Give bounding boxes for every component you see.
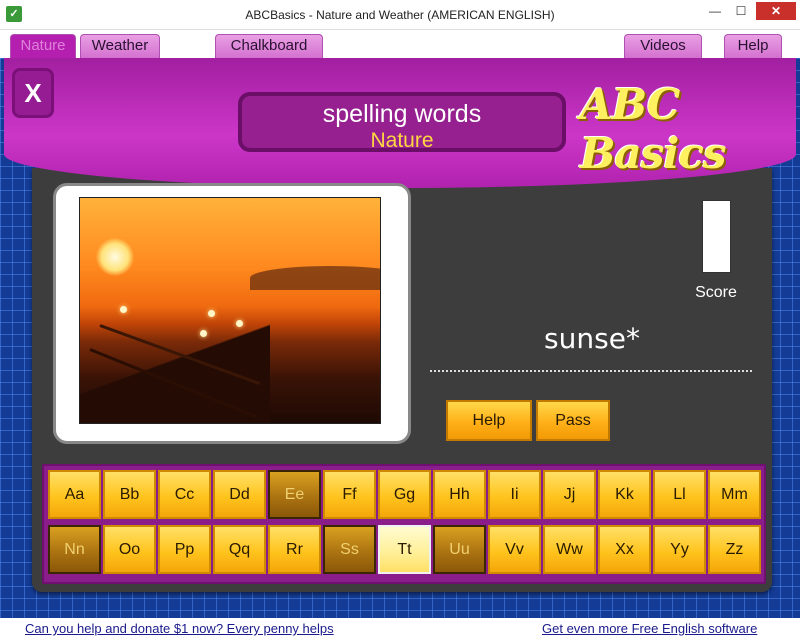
letter-keyboard: Aa Bb Cc Dd Ee Ff Gg Hh Ii Jj Kk Ll Mm Nn Oo Pp Qq Rr Ss Tt… xyxy=(42,464,766,584)
letter-key-m[interactable]: Mm xyxy=(708,470,761,519)
score-meter xyxy=(702,200,731,273)
sun-shape xyxy=(96,238,134,276)
lamp-light xyxy=(208,310,215,317)
letter-key-x[interactable]: Xx xyxy=(598,525,651,574)
letter-key-a[interactable]: Aa xyxy=(48,470,101,519)
letter-key-n[interactable]: Nn xyxy=(48,525,101,574)
letter-key-r[interactable]: Rr xyxy=(268,525,321,574)
lamp-light xyxy=(236,320,243,327)
window-title: ABCBasics - Nature and Weather (AMERICAN… xyxy=(245,8,555,22)
hill-shape xyxy=(250,266,380,290)
letter-key-g[interactable]: Gg xyxy=(378,470,431,519)
sunset-photo xyxy=(79,197,381,424)
pass-button[interactable]: Pass xyxy=(536,400,610,441)
activity-category: Nature xyxy=(370,129,434,152)
letter-key-j[interactable]: Jj xyxy=(543,470,596,519)
close-window-button[interactable]: ✕ xyxy=(756,2,796,20)
word-underline xyxy=(430,370,752,372)
lamp-light xyxy=(200,330,207,337)
letter-key-h[interactable]: Hh xyxy=(433,470,486,519)
letter-key-w[interactable]: Ww xyxy=(543,525,596,574)
letter-key-u[interactable]: Uu xyxy=(433,525,486,574)
letter-key-c[interactable]: Cc xyxy=(158,470,211,519)
letter-key-v[interactable]: Vv xyxy=(488,525,541,574)
abc-basics-logo: ABC Basics xyxy=(580,80,727,178)
activity-title-box: spelling words Nature xyxy=(238,92,566,152)
maximize-button[interactable]: ☐ xyxy=(728,2,754,20)
letter-key-q[interactable]: Qq xyxy=(213,525,266,574)
footer-bar: Can you help and donate $1 now? Every pe… xyxy=(0,618,800,642)
more-software-link[interactable]: Get even more Free English software xyxy=(542,621,757,636)
letter-key-z[interactable]: Zz xyxy=(708,525,761,574)
letter-key-i[interactable]: Ii xyxy=(488,470,541,519)
letter-key-t[interactable]: Tt xyxy=(378,525,431,574)
letter-key-s[interactable]: Ss xyxy=(323,525,376,574)
activity-title: spelling words xyxy=(322,100,482,128)
letter-key-f[interactable]: Ff xyxy=(323,470,376,519)
tab-nature[interactable]: Nature xyxy=(10,34,76,58)
letter-key-k[interactable]: Kk xyxy=(598,470,651,519)
letter-key-e[interactable]: Ee xyxy=(268,470,321,519)
score-label: Score xyxy=(695,284,737,301)
tab-weather[interactable]: Weather xyxy=(80,34,160,58)
tab-chalkboard[interactable]: Chalkboard xyxy=(215,34,323,58)
close-game-button[interactable]: X xyxy=(12,68,54,118)
tab-videos[interactable]: Videos xyxy=(624,34,702,58)
current-word: sunse* xyxy=(544,322,640,355)
letter-key-d[interactable]: Dd xyxy=(213,470,266,519)
lamp-light xyxy=(120,306,127,313)
tab-bar: Nature Weather Chalkboard Videos Help xyxy=(0,30,800,58)
help-button[interactable]: Help xyxy=(446,400,532,441)
letter-key-l[interactable]: Ll xyxy=(653,470,706,519)
minimize-button[interactable]: — xyxy=(702,2,728,20)
letter-key-y[interactable]: Yy xyxy=(653,525,706,574)
tab-help[interactable]: Help xyxy=(724,34,782,58)
letter-key-o[interactable]: Oo xyxy=(103,525,156,574)
donate-link[interactable]: Can you help and donate $1 now? Every pe… xyxy=(25,621,334,636)
window-titlebar: ✓ ABCBasics - Nature and Weather (AMERIC… xyxy=(0,0,800,30)
letter-key-b[interactable]: Bb xyxy=(103,470,156,519)
letter-key-p[interactable]: Pp xyxy=(158,525,211,574)
